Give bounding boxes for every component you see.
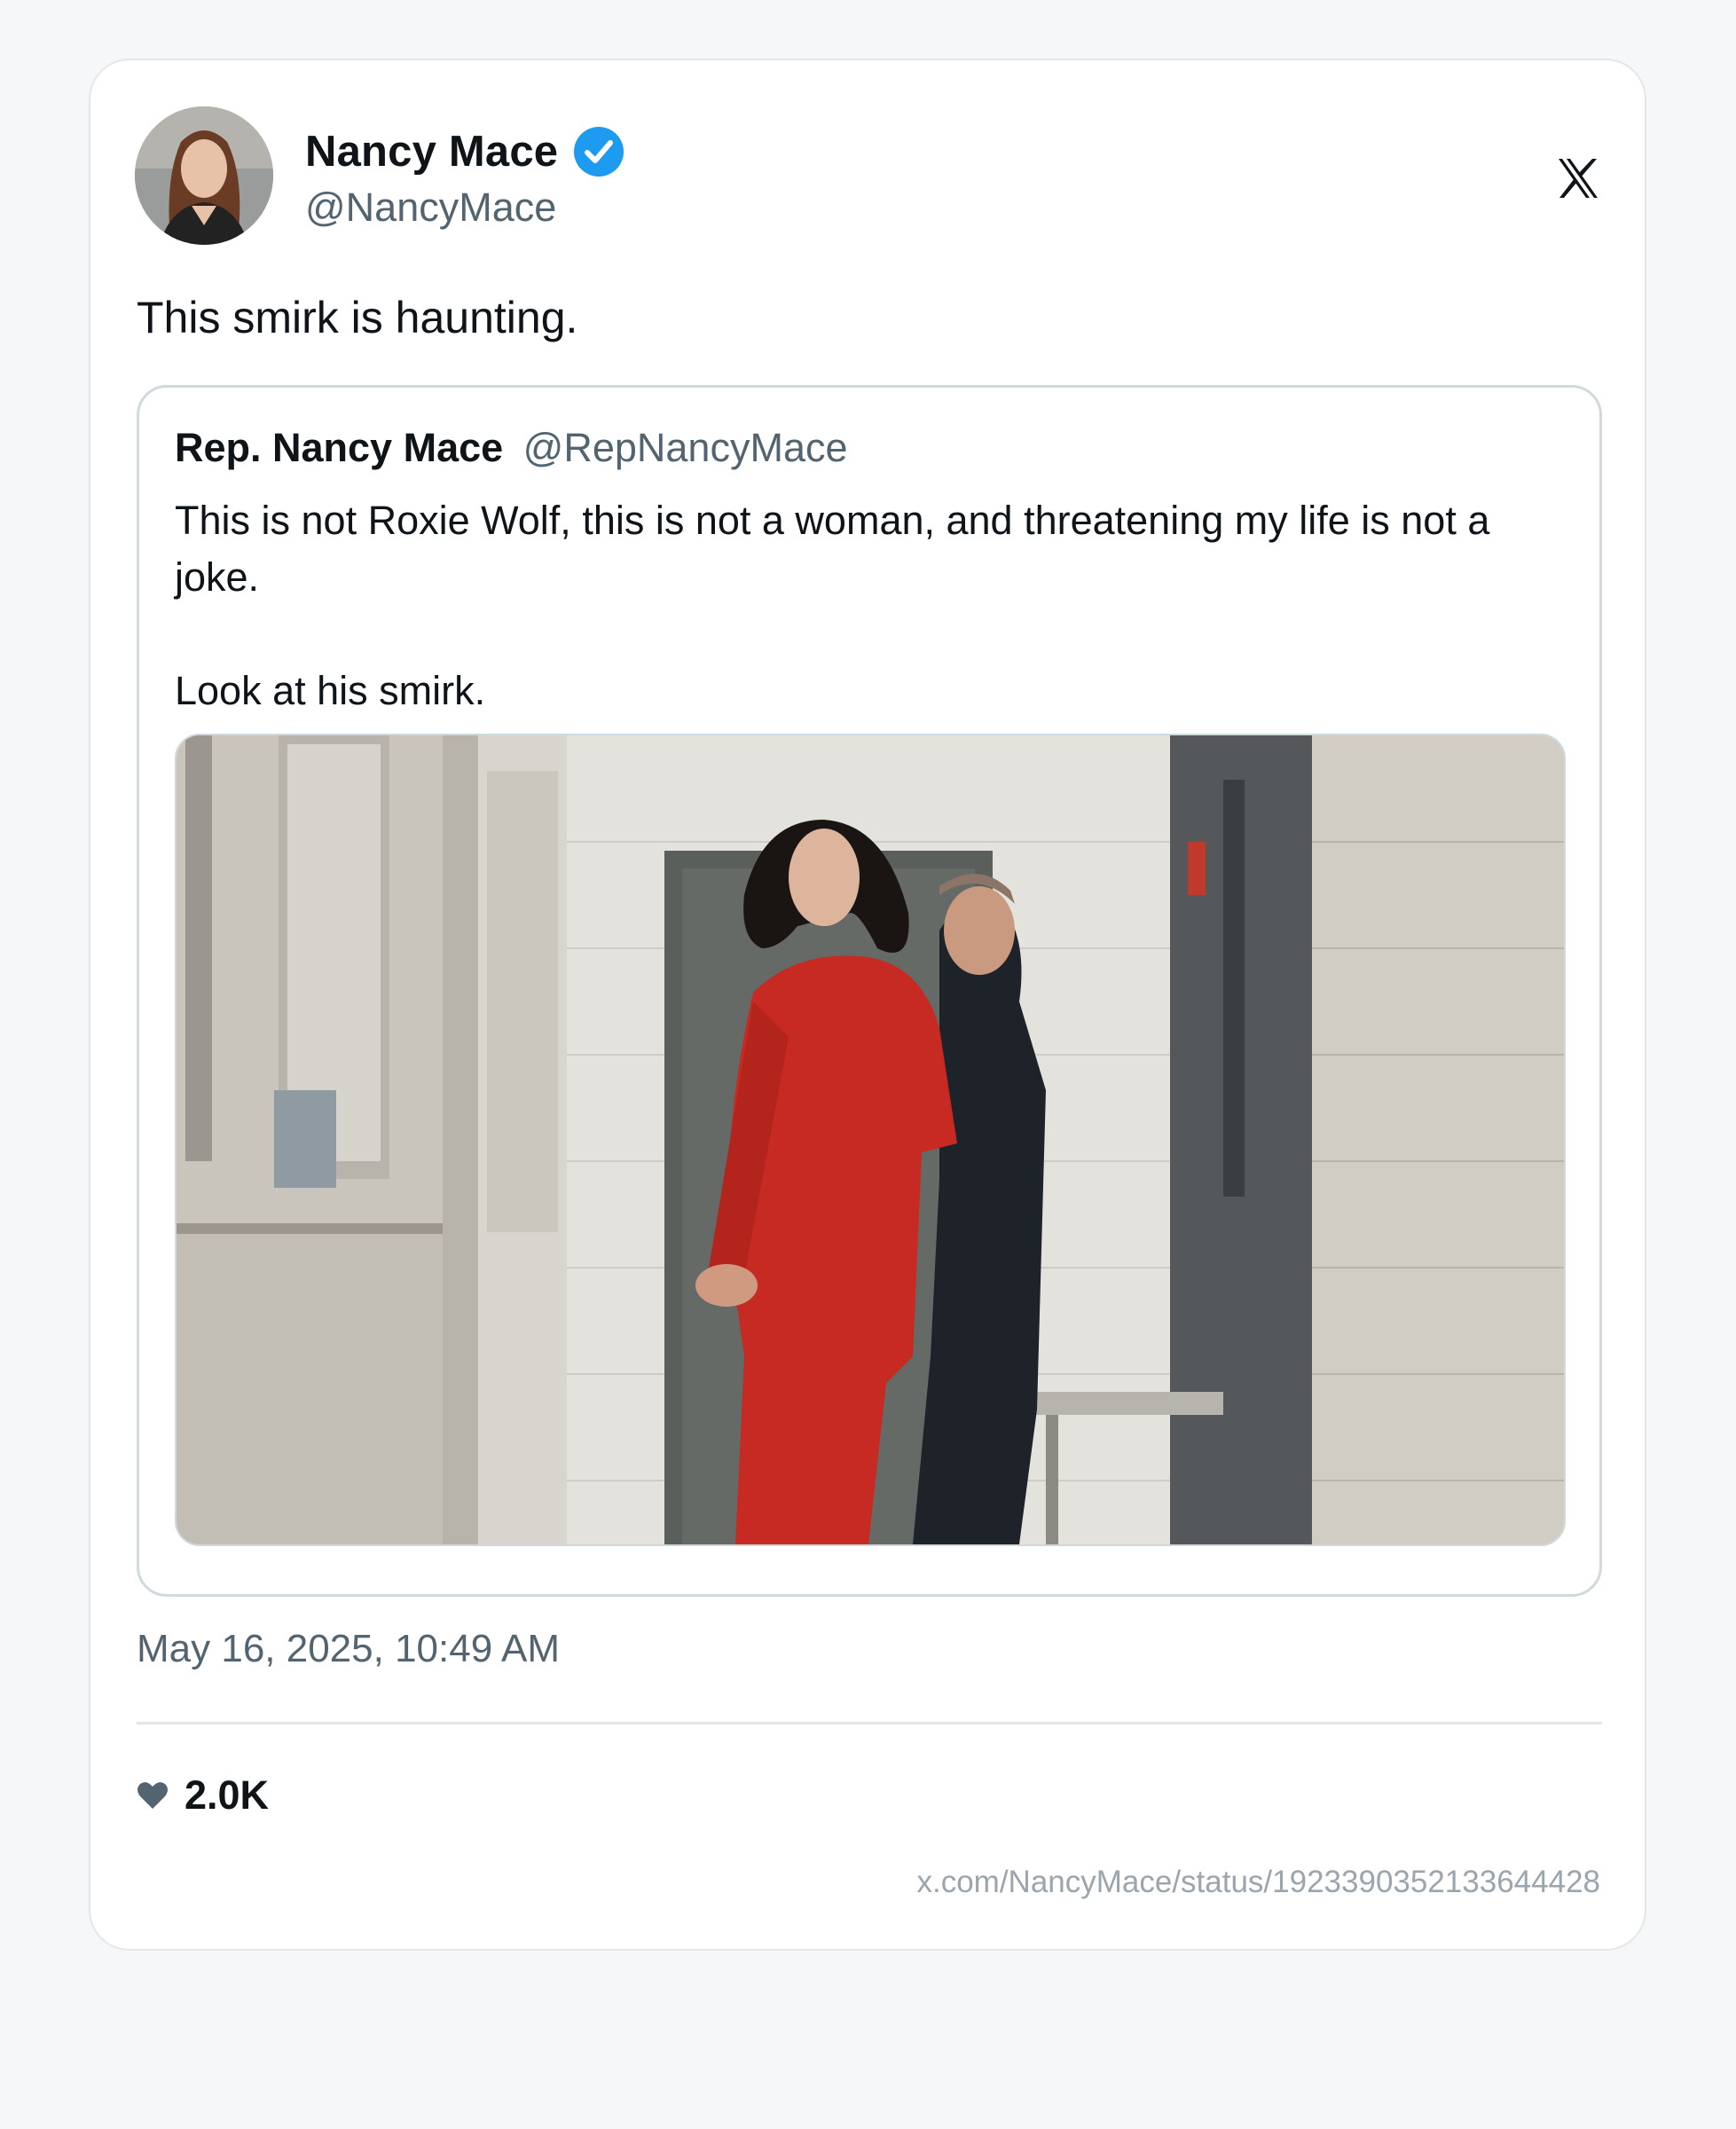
avatar-image [135, 106, 273, 245]
heart-icon [137, 1782, 168, 1809]
tweet-url[interactable]: x.com/NancyMace/status/19233903521336444… [916, 1865, 1600, 1900]
quoted-author-handle[interactable]: @RepNancyMace [523, 425, 848, 470]
author-handle[interactable]: @NancyMace [305, 185, 556, 231]
verified-badge-icon [574, 127, 624, 177]
quoted-tweet[interactable]: Rep. Nancy Mace @RepNancyMace This is no… [137, 385, 1602, 1597]
quoted-text: This is not Roxie Wolf, this is not a wo… [175, 498, 1490, 713]
quoted-header: Rep. Nancy Mace @RepNancyMace [175, 425, 848, 471]
tweet-timestamp[interactable]: May 16, 2025, 10:49 AM [137, 1627, 560, 1671]
tweet-card: Nancy Mace @NancyMace This smirk is haun… [89, 59, 1646, 1951]
x-logo-icon[interactable] [1556, 156, 1600, 200]
author-name-row: Nancy Mace [305, 122, 625, 181]
divider [137, 1722, 1602, 1724]
tweet-text: This smirk is haunting. [137, 293, 578, 342]
author-name[interactable]: Nancy Mace [305, 127, 558, 177]
like-count: 2.0K [185, 1772, 270, 1818]
quoted-media-photo[interactable] [175, 734, 1566, 1546]
author-avatar[interactable] [135, 106, 273, 245]
photo-jail-hallway [177, 735, 1564, 1544]
like-button[interactable]: 2.0K [137, 1769, 269, 1822]
quoted-author-name[interactable]: Rep. Nancy Mace [175, 425, 503, 470]
